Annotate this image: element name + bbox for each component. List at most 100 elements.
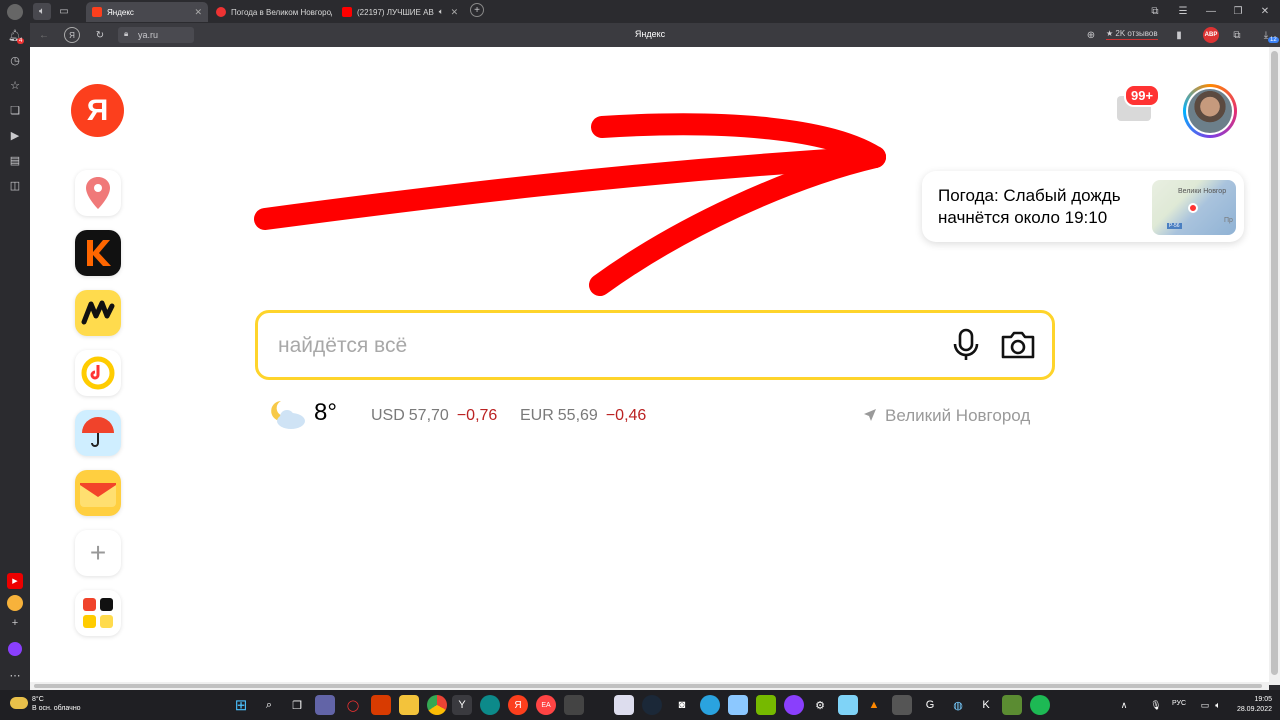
reviews-badge[interactable]: ★ 2K отзывов: [1106, 29, 1158, 40]
alice-icon[interactable]: [8, 642, 22, 656]
reload-icon[interactable]: ↻: [92, 27, 108, 43]
vlc-icon[interactable]: ▲: [864, 695, 884, 715]
weather-favicon-icon: [216, 7, 226, 17]
current-temperature[interactable]: 8°: [314, 399, 337, 427]
screenshot-icon[interactable]: ◫: [7, 177, 23, 193]
yandex-homepage: Я + 99+ Погода: Слабый дождь начнётся ок…: [30, 47, 1269, 685]
notes-icon[interactable]: ▤: [7, 152, 23, 168]
file-explorer-icon[interactable]: [399, 695, 419, 715]
horizontal-scrollbar[interactable]: [30, 682, 1269, 690]
all-services-button[interactable]: [75, 590, 121, 636]
k-app-icon[interactable]: K: [976, 695, 996, 715]
spotify-icon[interactable]: [1030, 695, 1050, 715]
ea-icon[interactable]: EA: [536, 695, 556, 715]
mail-service-button[interactable]: [75, 470, 121, 516]
microphone-icon[interactable]: [948, 327, 984, 363]
bookmarks-icon[interactable]: ☆: [7, 77, 23, 93]
task-view-icon[interactable]: ❐: [287, 695, 307, 715]
kinopoisk-service-button[interactable]: [75, 230, 121, 276]
taskbar-weather[interactable]: 8°C В осн. облачно: [10, 695, 81, 713]
minecraft-icon[interactable]: [1002, 695, 1022, 715]
tab-label: (22197) ЛУЧШИЕ АВ: [357, 7, 434, 17]
video-icon[interactable]: ▶: [7, 127, 23, 143]
opera-icon[interactable]: ◯: [343, 695, 363, 715]
edge-icon[interactable]: [480, 695, 500, 715]
globe-icon[interactable]: ◍: [948, 695, 968, 715]
browser-menu-avatar[interactable]: [7, 4, 23, 20]
back-icon[interactable]: ←: [36, 27, 52, 43]
yandex-logo[interactable]: Я: [71, 84, 124, 137]
bookmark-icon[interactable]: ▮: [1172, 28, 1186, 42]
search-icon[interactable]: ⌕: [259, 695, 279, 715]
menu-icon[interactable]: ☰: [1176, 4, 1190, 18]
speaker-icon[interactable]: 🔈︎: [33, 3, 51, 20]
start-icon[interactable]: ⊞: [231, 695, 251, 715]
close-window-button[interactable]: ✕: [1258, 4, 1272, 18]
close-tab-icon[interactable]: ✕: [451, 7, 459, 18]
whiteboard-icon[interactable]: [728, 695, 748, 715]
user-avatar[interactable]: [1183, 84, 1237, 138]
add-service-button[interactable]: +: [75, 530, 121, 576]
taskbar-clock[interactable]: 19:05 28.09.2022: [1222, 695, 1272, 715]
collections-icon[interactable]: ❏: [7, 102, 23, 118]
yandex-icon[interactable]: Я: [508, 695, 528, 715]
currency-change: −0,76: [456, 407, 498, 424]
teams-icon[interactable]: [315, 695, 335, 715]
tray-chevron-icon[interactable]: ∧: [1114, 695, 1134, 715]
music-service-button[interactable]: [75, 350, 121, 396]
translate-icon[interactable]: ⊕: [1084, 28, 1098, 42]
calculator-icon[interactable]: [892, 695, 912, 715]
adblock-icon[interactable]: ABP: [1203, 27, 1219, 43]
maps-service-button[interactable]: [75, 170, 121, 216]
g-app-icon[interactable]: G: [920, 695, 940, 715]
chrome-icon[interactable]: [427, 695, 447, 715]
steam-icon[interactable]: [642, 695, 662, 715]
tray-mic-icon[interactable]: 🎙︎: [1146, 695, 1166, 715]
city-link[interactable]: Великий Новгород: [885, 406, 1030, 426]
windows-taskbar: 8°C В осн. облачно ⊞ ⌕ ❐ ◯ Y Я EA ◙ ⚙ ▲ …: [0, 690, 1280, 720]
settings-icon[interactable]: ⚙: [810, 695, 830, 715]
collections-icon[interactable]: ⧉: [1148, 4, 1162, 18]
weather-service-button[interactable]: [75, 410, 121, 456]
weather-cloud-moon-icon[interactable]: [267, 397, 309, 431]
more-icon[interactable]: ⋯: [7, 667, 23, 683]
vertical-scrollbar[interactable]: [1269, 47, 1280, 685]
add-panel-icon[interactable]: +: [7, 615, 23, 631]
market-icon: [81, 300, 115, 325]
search-input[interactable]: [278, 332, 928, 360]
maximize-button[interactable]: ❐: [1231, 4, 1245, 18]
weather-app-icon[interactable]: [7, 595, 23, 611]
envelope-icon: [80, 483, 116, 507]
tab-weather[interactable]: Погода в Великом Новгород: [210, 2, 332, 22]
location-arrow-icon: [864, 409, 876, 421]
close-tab-icon[interactable]: ✕: [194, 7, 202, 18]
input-language[interactable]: РУС: [1172, 700, 1186, 707]
new-tab-button[interactable]: +: [470, 3, 484, 17]
extensions-icon[interactable]: ⧉: [1230, 28, 1244, 42]
tab-yandex[interactable]: Яндекс ✕: [86, 2, 208, 22]
map-pin-icon: [86, 177, 110, 209]
url-field[interactable]: 🔒︎ ya.ru: [118, 27, 194, 43]
eur-rate[interactable]: EUR 55,69 −0,46: [520, 407, 646, 425]
alice-taskbar-icon[interactable]: [784, 695, 804, 715]
usd-rate[interactable]: USD 57,70 −0,76: [371, 407, 497, 425]
url-text: ya.ru: [138, 30, 159, 40]
yandex-browser-icon[interactable]: Y: [452, 695, 472, 715]
camera-search-icon[interactable]: [998, 327, 1038, 363]
store-icon[interactable]: [564, 695, 584, 715]
nvidia-icon[interactable]: [756, 695, 776, 715]
minimize-button[interactable]: —: [1204, 4, 1218, 18]
office-icon[interactable]: [371, 695, 391, 715]
youtube-icon[interactable]: ▶: [7, 573, 23, 589]
history-icon[interactable]: ◷: [7, 52, 23, 68]
yandex-home-icon[interactable]: Я: [64, 27, 80, 43]
weather-card[interactable]: Погода: Слабый дождь начнётся около 19:1…: [922, 171, 1244, 242]
tab-youtube[interactable]: (22197) ЛУЧШИЕ АВ 🔈︎ ✕: [336, 2, 460, 22]
docs-icon[interactable]: [838, 695, 858, 715]
notifications-count: 4: [17, 38, 25, 44]
notepad-icon[interactable]: [614, 695, 634, 715]
camera-icon[interactable]: ◙: [672, 695, 692, 715]
tab-panels-icon[interactable]: ▭: [55, 3, 73, 20]
telegram-icon[interactable]: [700, 695, 720, 715]
market-service-button[interactable]: [75, 290, 121, 336]
